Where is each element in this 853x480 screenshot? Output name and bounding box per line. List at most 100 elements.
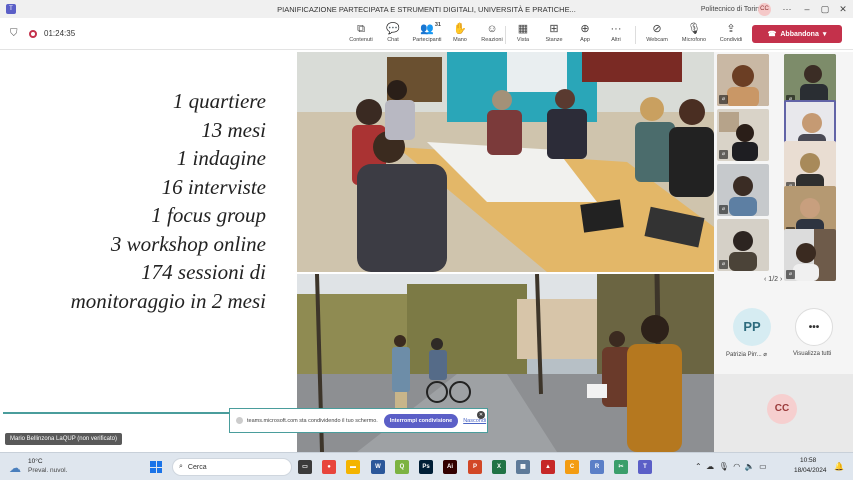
chrome-icon[interactable]: ●	[322, 460, 336, 474]
teams-icon[interactable]: T	[638, 460, 652, 474]
participant-video-tile[interactable]: ⌀	[784, 54, 836, 106]
excel-icon[interactable]: X	[492, 460, 506, 474]
app-icon[interactable]: R	[590, 460, 604, 474]
cloud-sync-icon[interactable]: ☁	[704, 462, 714, 471]
camera-off-icon: ⊘	[652, 23, 662, 35]
apps-label: App	[580, 37, 590, 43]
mic-off-icon: ⌀	[719, 150, 728, 159]
raise-hand-button[interactable]: ✋ Mano	[443, 22, 477, 48]
rooms-button[interactable]: ⊞ Stanze	[537, 22, 571, 48]
mic-off-icon: ⌀	[719, 260, 728, 269]
recording-icon	[29, 30, 37, 38]
mic-button[interactable]: 🎙 Microfono	[677, 22, 711, 48]
reactions-button[interactable]: ☺ Reazioni	[475, 22, 509, 48]
microphone-icon[interactable]: 🎙	[716, 462, 729, 471]
weather-description[interactable]: Preval. nuvol.	[28, 467, 67, 474]
more-button[interactable]: ··· Altri	[599, 22, 633, 48]
chevron-left-icon[interactable]: ‹	[764, 276, 766, 283]
participants-button[interactable]: 👥 31 Partecipanti	[410, 22, 444, 48]
volume-icon[interactable]: 🔈	[742, 462, 755, 471]
slide-line: 16 interviste	[161, 174, 266, 199]
chevron-right-icon[interactable]: ›	[780, 276, 782, 283]
participant-video-tile[interactable]: ⌀	[717, 109, 769, 161]
chevron-up-icon[interactable]: ⌃	[695, 462, 702, 471]
participant-video-tile[interactable]: ⌀	[717, 219, 769, 271]
share-button[interactable]: ⇪ Condividi	[714, 22, 748, 48]
clock-date[interactable]: 18/04/2024	[794, 467, 827, 474]
cloud-icon[interactable]: ☁	[9, 461, 21, 475]
mic-off-icon: ⌀	[719, 205, 728, 214]
minimize-button[interactable]: –	[797, 1, 817, 17]
notification-bell-icon[interactable]: 🔔	[834, 462, 844, 471]
windows-start-icon[interactable]	[150, 461, 162, 473]
content-icon: ⧉	[357, 23, 365, 35]
system-tray[interactable]: ⌃ ☁ 🎙 ◠ 🔈 ▭	[695, 462, 767, 471]
toolbar-divider	[635, 26, 636, 44]
leave-button[interactable]: ☎ Abbandona ▾	[752, 25, 842, 43]
slide-line: 1 indagine	[176, 146, 266, 170]
participant-video-tile[interactable]: ⌀	[784, 229, 836, 281]
snipping-tool-icon[interactable]: ✂	[614, 460, 628, 474]
task-view-icon[interactable]: ▭	[298, 460, 312, 474]
view-all-label[interactable]: Visualizza tutti	[793, 351, 831, 357]
slide-line: 174 sessioni di	[141, 260, 266, 284]
chevron-down-icon[interactable]: ▾	[823, 30, 827, 38]
app-icon[interactable]: C	[565, 460, 579, 474]
search-icon: ⌕	[179, 463, 183, 470]
rooms-icon: ⊞	[549, 23, 559, 35]
phone-hangup-icon: ☎	[767, 31, 777, 38]
pdf-reader-icon[interactable]: ▲	[541, 460, 555, 474]
user-avatar[interactable]: CC	[758, 3, 771, 16]
maximize-button[interactable]: ▢	[815, 1, 835, 17]
meeting-timer: 01:24:35	[44, 29, 76, 38]
photoshop-icon[interactable]: Ps	[419, 460, 433, 474]
chat-button[interactable]: 💬 Chat	[376, 22, 410, 48]
slide-line: 3 workshop online	[110, 231, 266, 256]
more-icon[interactable]: ···	[777, 1, 797, 17]
sharing-message: teams.microsoft.com sta condividendo il …	[247, 417, 378, 424]
apps-button[interactable]: ⊕ App	[568, 22, 602, 48]
meeting-room-photo	[297, 52, 714, 272]
participants-gallery: ⌀ ⌀ ⌀ ⌀ ⌀ ⌀ ⌀ ⌀ ‹ 1/2 › PP Patrizia Pirr…	[714, 52, 853, 452]
content-button[interactable]: ⧉ Contenuti	[344, 22, 378, 48]
close-icon[interactable]: ✕	[477, 411, 485, 419]
stop-sharing-button[interactable]: Interrompi condivisione	[383, 413, 459, 428]
reactions-label: Reazioni	[481, 37, 503, 43]
taskbar-search[interactable]: ⌕ Cerca	[172, 458, 292, 476]
clock-time[interactable]: 10:58	[800, 457, 816, 464]
view-label: Vista	[516, 37, 530, 43]
mic-label: Microfono	[681, 37, 707, 43]
close-window-button[interactable]: ✕	[833, 1, 853, 17]
calculator-icon[interactable]: ▦	[516, 460, 530, 474]
weather-temperature[interactable]: 10°C	[28, 458, 43, 465]
battery-icon[interactable]: ▭	[757, 462, 767, 471]
participant-name-row: Patrizia Pirr... ⌀	[726, 351, 767, 358]
organization-label[interactable]: Politecnico di Torino	[701, 6, 763, 13]
powerpoint-icon[interactable]: P	[468, 460, 482, 474]
participant-video-tile[interactable]: ⌀	[717, 164, 769, 216]
shared-screen: 1 quartiere 13 mesi 1 indagine 16 interv…	[0, 52, 714, 452]
participant-avatar[interactable]: PP	[733, 308, 771, 346]
slide-line: monitoraggio in 2 mesi	[70, 288, 266, 313]
camera-button[interactable]: ⊘ Webcam	[640, 22, 674, 48]
meeting-toolbar: ⛉ 01:24:35 ⧉ Contenuti 💬 Chat 👥 31 Parte…	[0, 18, 853, 50]
content-label: Contenuti	[349, 37, 373, 43]
wifi-icon[interactable]: ◠	[731, 462, 740, 471]
view-button[interactable]: ▦ Vista	[506, 22, 540, 48]
gallery-pager[interactable]: ‹ 1/2 ›	[764, 276, 782, 283]
word-icon[interactable]: W	[371, 460, 385, 474]
sharing-icon	[236, 417, 243, 424]
shield-icon[interactable]: ⛉	[10, 28, 18, 39]
grid-icon: ▦	[517, 23, 529, 35]
view-all-button[interactable]: •••	[795, 308, 833, 346]
more-label: Altri	[611, 37, 621, 43]
hand-icon: ✋	[453, 23, 467, 35]
qgis-icon[interactable]: Q	[395, 460, 409, 474]
file-explorer-icon[interactable]: ▬	[346, 460, 360, 474]
share-icon: ⇪	[726, 23, 736, 35]
participant-video-tile[interactable]: ⌀	[717, 54, 769, 106]
share-label: Condividi	[719, 37, 743, 43]
illustrator-icon[interactable]: Ai	[443, 460, 457, 474]
mic-off-icon: 🎙	[687, 23, 701, 35]
page-indicator: 1/2	[768, 276, 779, 283]
